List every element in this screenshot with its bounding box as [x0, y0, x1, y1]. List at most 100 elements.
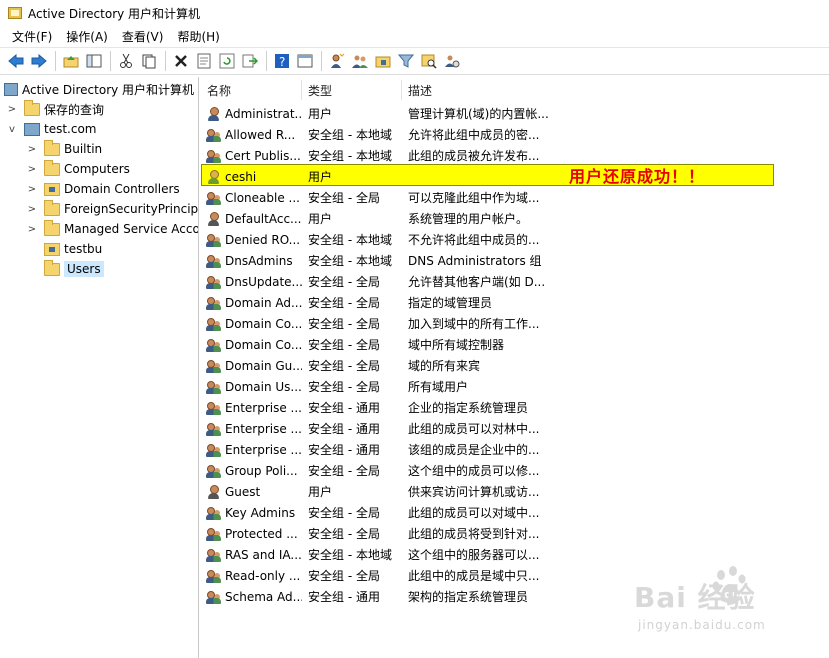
show-tree-icon[interactable] — [84, 51, 104, 71]
tree-item-label: testbu — [64, 242, 103, 256]
table-row[interactable]: DefaultAcc... 用户 系统管理的用户帐户。 — [201, 208, 829, 229]
chevron-right-icon[interactable]: > — [6, 104, 18, 115]
cell-name: Domain Gu... — [206, 355, 302, 376]
column-header-name[interactable]: 名称 — [201, 80, 302, 100]
table-row[interactable]: Cloneable ... 安全组 - 全局 可以克隆此组中作为域... — [201, 187, 829, 208]
table-row[interactable]: Enterprise ... 安全组 - 通用 该组的成员是企业中的... — [201, 439, 829, 460]
row-name: Denied RO... — [225, 232, 301, 247]
help-icon[interactable]: ? — [272, 51, 292, 71]
new-ou-icon[interactable] — [373, 51, 393, 71]
tree-item-computers[interactable]: > Computers — [26, 159, 130, 179]
table-row[interactable]: Domain Us... 安全组 - 全局 所有域用户 — [201, 376, 829, 397]
table-row[interactable]: Cert Publis... 安全组 - 本地域 此组的成员被允许发布... — [201, 145, 829, 166]
tree-item-managed-service-accounts[interactable]: > Managed Service Acco — [26, 219, 198, 239]
tree-item-builtin[interactable]: > Builtin — [26, 139, 102, 159]
group-icon — [206, 232, 222, 248]
user-icon — [206, 106, 222, 122]
table-row[interactable]: Guest 用户 供来宾访问计算机或访... — [201, 481, 829, 502]
menu-bar: 文件(F) 操作(A) 查看(V) 帮助(H) — [0, 26, 829, 46]
cell-type: 安全组 - 本地域 — [308, 233, 392, 247]
tree-item-domain[interactable]: v test.com — [6, 119, 97, 139]
table-row[interactable]: Protected ... 安全组 - 全局 此组的成员将受到针对... — [201, 523, 829, 544]
tree-item-label: 保存的查询 — [44, 102, 105, 117]
row-name: Enterprise ... — [225, 421, 302, 436]
cell-name: Cert Publis... — [206, 145, 302, 166]
refresh-icon[interactable] — [217, 51, 237, 71]
console-tree: Active Directory 用户和计算机 > 保存的查询 v test.c… — [0, 77, 199, 658]
table-row[interactable]: Domain Gu... 安全组 - 全局 域的所有来宾 — [201, 355, 829, 376]
group-icon — [206, 547, 222, 563]
menu-file[interactable]: 文件(F) — [6, 28, 60, 45]
row-name: Domain Gu... — [225, 358, 302, 373]
baidu-watermark: du Bai 经验 jingyan.baidu.com — [634, 566, 824, 638]
chevron-right-icon[interactable]: > — [26, 164, 38, 175]
guest-icon — [206, 484, 222, 500]
cell-name: Domain Co... — [206, 313, 302, 334]
toolbar: ? — [0, 47, 829, 75]
chevron-right-icon[interactable]: > — [26, 144, 38, 155]
guest-icon — [206, 211, 222, 227]
properties-icon[interactable] — [194, 51, 214, 71]
menu-help[interactable]: 帮助(H) — [171, 28, 227, 45]
find-icon[interactable] — [419, 51, 439, 71]
tree-item-saved-queries[interactable]: > 保存的查询 — [6, 99, 104, 119]
menu-action[interactable]: 操作(A) — [60, 28, 116, 45]
filter-icon[interactable] — [396, 51, 416, 71]
watermark-url: jingyan.baidu.com — [638, 618, 766, 632]
row-name: Administrat... — [225, 106, 302, 121]
cell-type: 安全组 - 全局 — [308, 569, 380, 583]
table-row[interactable]: Key Admins 安全组 - 全局 此组的成员可以对域中... — [201, 502, 829, 523]
table-row[interactable]: RAS and IA... 安全组 - 本地域 这个组中的服务器可以... — [201, 544, 829, 565]
new-user-icon[interactable] — [327, 51, 347, 71]
delete-icon[interactable] — [171, 51, 191, 71]
cell-type: 安全组 - 全局 — [308, 275, 380, 289]
back-arrow-icon[interactable] — [6, 51, 26, 71]
group-icon — [206, 127, 222, 143]
table-row[interactable]: Domain Ad... 安全组 - 全局 指定的域管理员 — [201, 292, 829, 313]
table-row[interactable]: DnsUpdate... 安全组 - 全局 允许替其他客户端(如 D... — [201, 271, 829, 292]
group-icon — [206, 253, 222, 269]
tree-item-label: test.com — [44, 122, 97, 136]
chevron-down-icon[interactable]: v — [6, 124, 18, 135]
table-row[interactable]: Group Poli... 安全组 - 全局 这个组中的成员可以修... — [201, 460, 829, 481]
table-row[interactable]: Allowed R... 安全组 - 本地域 允许将此组中成员的密... — [201, 124, 829, 145]
chevron-right-icon[interactable]: > — [26, 224, 38, 235]
cell-name: Domain Ad... — [206, 292, 302, 313]
cell-description: 管理计算机(域)的内置帐... — [408, 107, 549, 121]
column-header-description[interactable]: 描述 — [402, 80, 552, 100]
table-row[interactable]: Enterprise ... 安全组 - 通用 此组的成员可以对林中... — [201, 418, 829, 439]
copy-icon[interactable] — [139, 51, 159, 71]
console-icon[interactable] — [295, 51, 315, 71]
group-icon — [206, 400, 222, 416]
tree-item-testbu[interactable]: testbu — [38, 239, 102, 259]
chevron-right-icon[interactable]: > — [26, 184, 38, 195]
menu-view[interactable]: 查看(V) — [116, 28, 172, 45]
forward-arrow-icon[interactable] — [29, 51, 49, 71]
cell-type: 用户 — [308, 212, 333, 226]
tree-root[interactable]: Active Directory 用户和计算机 — [4, 79, 194, 99]
tree-item-users[interactable]: Users — [38, 259, 104, 279]
row-name: RAS and IA... — [225, 547, 302, 562]
table-row[interactable]: Administrat... 用户 管理计算机(域)的内置帐... — [201, 103, 829, 124]
up-folder-icon[interactable] — [61, 51, 81, 71]
delegate-icon[interactable] — [442, 51, 462, 71]
table-row[interactable]: Domain Co... 安全组 - 全局 加入到域中的所有工作... — [201, 313, 829, 334]
chevron-right-icon[interactable]: > — [26, 204, 38, 215]
tree-item-foreign-security-principals[interactable]: > ForeignSecurityPrincipa — [26, 199, 198, 219]
table-row[interactable]: ceshi 用户 — [201, 166, 829, 187]
tree-item-domain-controllers[interactable]: > Domain Controllers — [26, 179, 180, 199]
export-icon[interactable] — [240, 51, 260, 71]
cell-name: Guest — [206, 481, 302, 502]
table-row[interactable]: Enterprise ... 安全组 - 通用 企业的指定系统管理员 — [201, 397, 829, 418]
cell-name: Group Poli... — [206, 460, 302, 481]
cut-icon[interactable] — [116, 51, 136, 71]
group-icon — [206, 421, 222, 437]
table-row[interactable]: Denied RO... 安全组 - 本地域 不允许将此组中成员的... — [201, 229, 829, 250]
cell-name: Enterprise ... — [206, 397, 302, 418]
cell-name: Key Admins — [206, 502, 302, 523]
cell-description: 可以克隆此组中作为域... — [408, 191, 540, 205]
table-row[interactable]: DnsAdmins 安全组 - 本地域 DNS Administrators 组 — [201, 250, 829, 271]
new-group-icon[interactable] — [350, 51, 370, 71]
table-row[interactable]: Domain Co... 安全组 - 全局 域中所有域控制器 — [201, 334, 829, 355]
column-header-type[interactable]: 类型 — [302, 80, 402, 100]
